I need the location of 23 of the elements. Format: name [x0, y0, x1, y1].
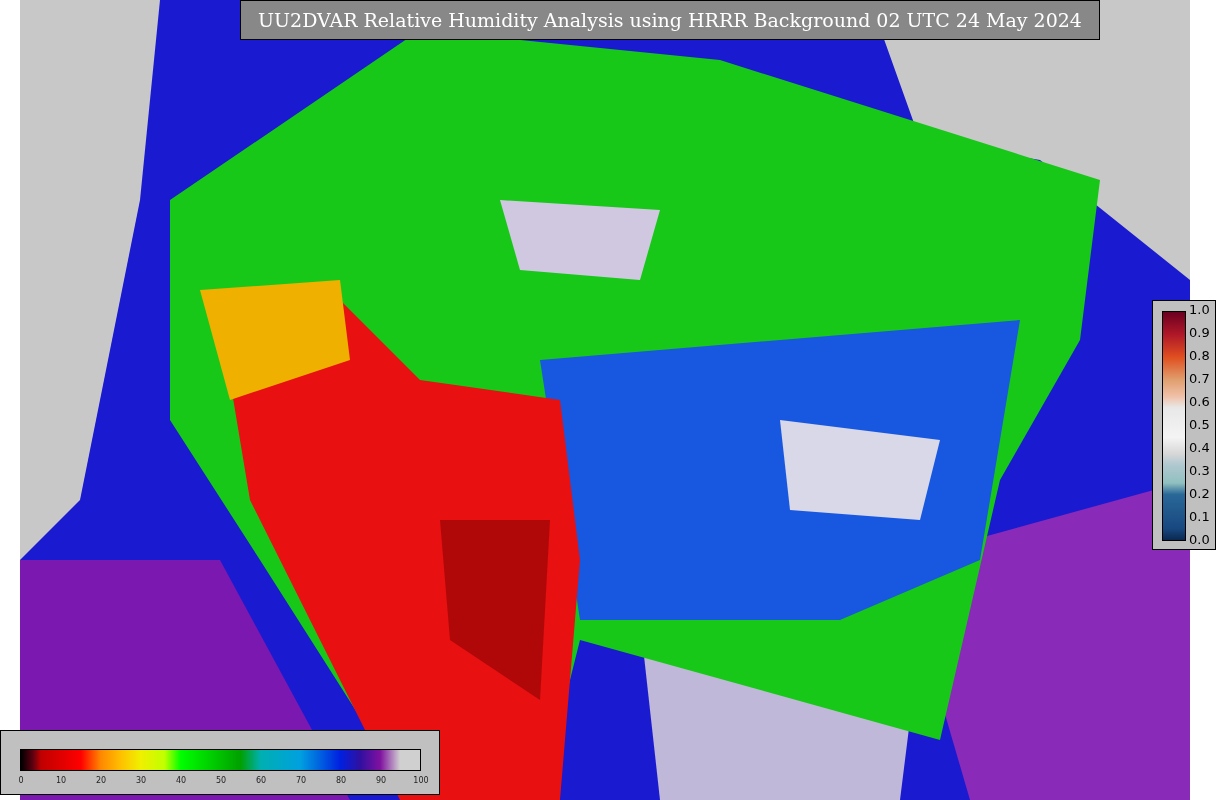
tick-label: 1.0 — [1189, 303, 1210, 317]
tick-label: 0.6 — [1189, 395, 1210, 409]
tick-label: 0.1 — [1189, 510, 1210, 524]
tick-label: 0.9 — [1189, 326, 1210, 340]
tick-label: 0.5 — [1189, 418, 1210, 432]
tick-label: 40 — [175, 775, 187, 787]
tick-label: 60 — [255, 775, 267, 787]
tick-label: 30 — [135, 775, 147, 787]
tick-label: 100 — [413, 775, 429, 787]
tick-label: 20 — [95, 775, 107, 787]
tick-label: 70 — [295, 775, 307, 787]
tick-label: 10 — [55, 775, 67, 787]
tick-label: 50 — [215, 775, 227, 787]
tick-label: 90 — [375, 775, 387, 787]
tick-label: 0.8 — [1189, 349, 1210, 363]
tick-label: 0.3 — [1189, 464, 1210, 478]
tick-label: 0.4 — [1189, 441, 1210, 455]
tick-label: 0.7 — [1189, 372, 1210, 386]
tick-label: 80 — [335, 775, 347, 787]
tick-label: 0 — [18, 775, 24, 787]
tick-label: 0.0 — [1189, 533, 1210, 547]
tick-label: 0.2 — [1189, 487, 1210, 501]
map-title: UU2DVAR Relative Humidity Analysis using HRRR Background 02 UTC 24 May 2024 — [240, 0, 1100, 40]
